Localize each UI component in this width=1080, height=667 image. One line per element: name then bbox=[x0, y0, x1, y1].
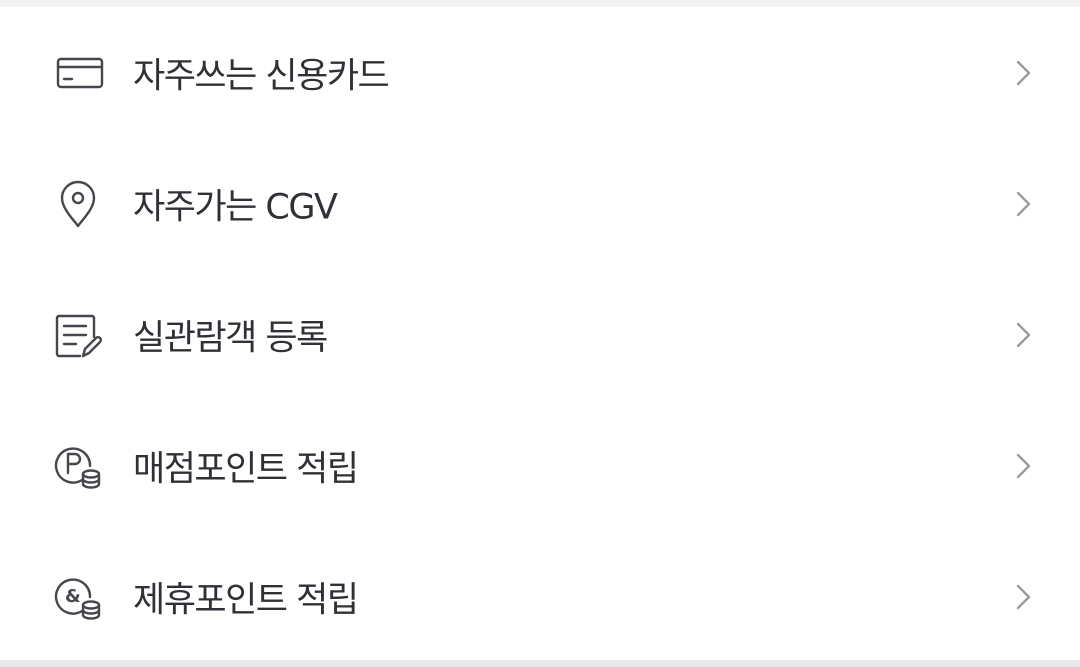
chevron-right-icon bbox=[1010, 58, 1036, 88]
credit-card-icon bbox=[52, 47, 104, 99]
chevron-right-icon bbox=[1010, 189, 1036, 219]
document-edit-icon bbox=[52, 309, 104, 361]
menu-item-label: 자주가는 CGV bbox=[133, 187, 338, 227]
menu-item-label: 제휴포인트 적립 bbox=[133, 580, 359, 620]
ampersand-coin-icon: & bbox=[52, 571, 104, 623]
chevron-right-icon bbox=[1010, 582, 1036, 612]
svg-text:&: & bbox=[65, 586, 81, 607]
menu-item-audience-registration[interactable]: 실관람객 등록 bbox=[0, 269, 1080, 400]
chevron-right-icon bbox=[1010, 320, 1036, 350]
menu-item-partner-points[interactable]: & 제휴포인트 적립 bbox=[0, 531, 1080, 662]
bottom-divider bbox=[0, 660, 1080, 667]
menu-item-label: 실관람객 등록 bbox=[133, 318, 328, 358]
menu-item-favorite-cgv[interactable]: 자주가는 CGV bbox=[0, 138, 1080, 269]
menu-item-credit-card[interactable]: 자주쓰는 신용카드 bbox=[0, 7, 1080, 138]
menu-panel: 자주쓰는 신용카드 자주가는 CGV 실관람객 등록 매점포인트 적립 & 제휴… bbox=[0, 7, 1080, 660]
p-coin-icon bbox=[52, 440, 104, 492]
location-pin-icon bbox=[52, 178, 104, 230]
chevron-right-icon bbox=[1010, 451, 1036, 481]
menu-item-snack-points[interactable]: 매점포인트 적립 bbox=[0, 400, 1080, 531]
menu-item-label: 자주쓰는 신용카드 bbox=[133, 56, 390, 96]
menu-item-label: 매점포인트 적립 bbox=[133, 449, 359, 489]
